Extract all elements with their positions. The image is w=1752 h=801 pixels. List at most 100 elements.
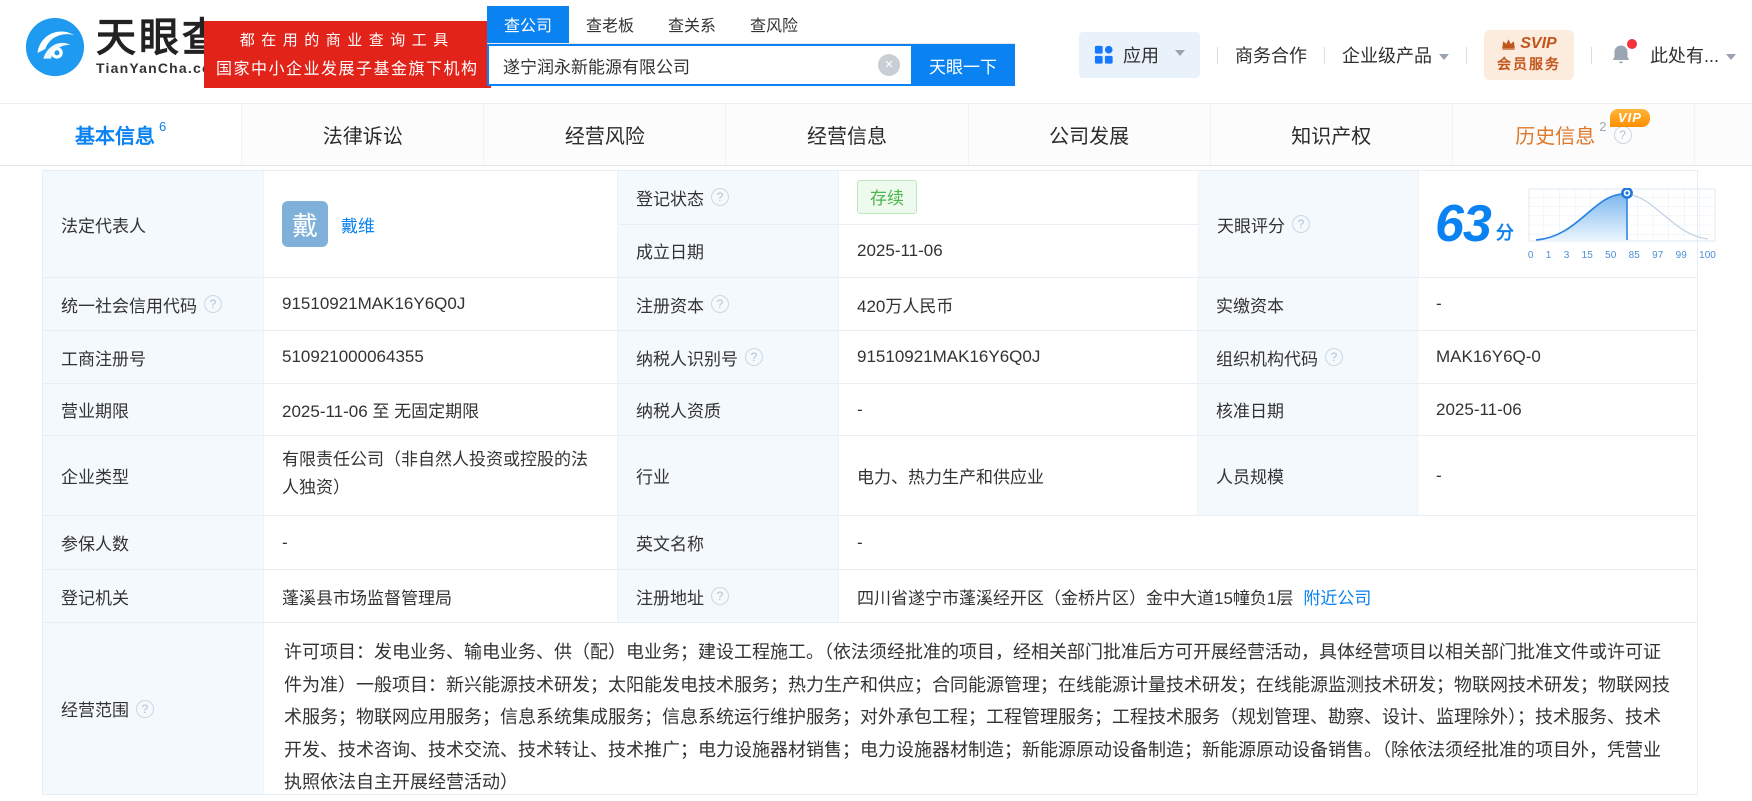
tab-operating-info[interactable]: 经营信息 xyxy=(725,104,967,165)
table-row: 成立日期 2025-11-06 xyxy=(618,224,1199,277)
label-text: 法定代表人 xyxy=(61,216,146,236)
search-input[interactable] xyxy=(489,46,911,84)
field-label-company-type: 企业类型 xyxy=(43,436,264,515)
help-icon[interactable]: ? xyxy=(204,295,222,313)
tab-label: 历史信息 xyxy=(1515,126,1596,148)
value-text: 2025-11-06 xyxy=(1436,399,1522,419)
tab-legal-proceedings[interactable]: 法律诉讼 xyxy=(241,104,483,165)
field-label-term: 营业期限 xyxy=(43,384,264,435)
field-label-reg-capital: 注册资本 ? xyxy=(618,278,839,330)
label-text: 登记状态 xyxy=(636,189,704,209)
label-text: 统一社会信用代码 xyxy=(61,296,197,316)
nearby-companies-link[interactable]: 附近公司 xyxy=(1303,584,1371,609)
tab-history-info[interactable]: VIP 历史信息 2 ? xyxy=(1451,104,1694,165)
nav-enterprise-products[interactable]: 企业级产品 xyxy=(1342,42,1449,68)
table-row: 登记状态 ? 存续 xyxy=(618,171,1199,225)
nav-divider xyxy=(1323,46,1325,64)
tab-intellectual-property[interactable]: 知识产权 xyxy=(1209,104,1452,165)
value-text: 91510921MAK16Y6Q0J xyxy=(282,294,466,313)
chevron-down-icon xyxy=(1726,54,1736,65)
tab-company-development[interactable]: 公司发展 xyxy=(967,104,1210,165)
field-value-paid-capital: - xyxy=(1418,278,1697,330)
field-label-taxpayer-id: 纳税人识别号 ? xyxy=(618,331,839,383)
apps-menu[interactable]: 应用 xyxy=(1078,32,1200,78)
help-icon[interactable]: ? xyxy=(1613,125,1632,144)
avatar[interactable]: 戴 xyxy=(282,201,328,247)
axis-tick: 50 xyxy=(1605,249,1617,261)
help-icon[interactable]: ? xyxy=(711,587,729,605)
help-icon[interactable]: ? xyxy=(136,699,154,718)
value-text: - xyxy=(1436,294,1442,313)
tianyancha-logo-icon xyxy=(25,17,85,77)
label-text: 天眼评分 xyxy=(1217,216,1285,236)
search-tab-boss[interactable]: 查老板 xyxy=(569,6,651,43)
help-icon[interactable]: ? xyxy=(711,188,729,207)
axis-tick: 100 xyxy=(1699,249,1716,261)
notification-dot xyxy=(1626,39,1637,49)
search-input-wrap: × xyxy=(487,44,911,86)
svip-membership-badge[interactable]: SVIP 会员服务 xyxy=(1483,30,1574,80)
value-text: 四川省遂宁市蓬溪经开区（金桥片区）金中大道15幢负1层 xyxy=(857,588,1294,608)
slogan-banner: 都在用的商业查询工具 国家中小企业发展子基金旗下机构 xyxy=(204,21,491,88)
field-label-approval-date: 核准日期 xyxy=(1198,384,1418,435)
legal-rep-link[interactable]: 戴维 xyxy=(341,212,375,237)
nav-business-cooperation[interactable]: 商务合作 xyxy=(1235,42,1307,68)
tab-basic-info[interactable]: 基本信息 6 xyxy=(0,104,242,165)
tab-operating-risk[interactable]: 经营风险 xyxy=(483,104,725,165)
svip-sublabel: 会员服务 xyxy=(1496,56,1561,72)
field-value-english-name: - xyxy=(839,516,1697,569)
axis-tick: 3 xyxy=(1563,249,1570,261)
help-icon[interactable]: ? xyxy=(1325,348,1343,366)
label-text: 登记机关 xyxy=(61,588,129,608)
logo[interactable]: 天眼查 TianYanCha.com xyxy=(24,16,225,78)
field-label-industry: 行业 xyxy=(618,436,839,515)
axis-tick: 1 xyxy=(1545,249,1552,261)
field-label-english-name: 英文名称 xyxy=(618,516,839,569)
score-unit: 分 xyxy=(1495,223,1514,243)
label-text: 企业类型 xyxy=(61,468,129,487)
tab-count: 2 xyxy=(1599,119,1607,134)
clear-icon[interactable]: × xyxy=(878,54,900,76)
user-menu[interactable]: 此处有... xyxy=(1650,42,1736,68)
header-nav: 应用 商务合作 企业级产品 SVIP 会员服务 此处有... xyxy=(1078,30,1736,80)
field-value-company-type: 有限责任公司（非自然人投资或控股的法人独资） xyxy=(264,436,618,515)
value-text: MAK16Y6Q-0 xyxy=(1436,347,1541,366)
user-label: 此处有... xyxy=(1649,46,1719,66)
field-value-org-code: MAK16Y6Q-0 xyxy=(1418,331,1697,383)
field-value-est-date: 2025-11-06 xyxy=(839,224,1199,277)
value-text: 许可项目：发电业务、输电业务、供（配）电业务；建设工程施工。（依法须经批准的项目… xyxy=(284,642,1670,792)
search-tab-company[interactable]: 查公司 xyxy=(487,6,570,43)
field-value-industry: 电力、热力生产和供应业 xyxy=(839,436,1198,515)
label-text: 组织机构代码 xyxy=(1216,349,1318,369)
value-text: - xyxy=(282,532,288,552)
field-value-staff-size: - xyxy=(1418,436,1697,515)
tab-label: 知识产权 xyxy=(1291,126,1372,148)
section-tabbar: 基本信息 6 法律诉讼 经营风险 经营信息 公司发展 知识产权 VIP 历史信息 2… xyxy=(0,103,1752,166)
search-button[interactable]: 天眼一下 xyxy=(911,44,1015,86)
table-row: 工商注册号 510921000064355 纳税人识别号 ? 91510921M… xyxy=(43,331,1697,384)
field-label-reg-status: 登记状态 ? xyxy=(618,171,839,224)
label-text: 经营范围 xyxy=(61,701,129,720)
table-row: 法定代表人 戴 戴维 登记状态 ? 存续 成立日期 2025-11-06 天眼评… xyxy=(43,171,1716,278)
svip-label: SVIP xyxy=(1520,35,1557,52)
field-label-reg-authority: 登记机关 xyxy=(43,570,264,622)
label-text: 核准日期 xyxy=(1216,402,1284,421)
help-icon[interactable]: ? xyxy=(745,348,763,366)
field-label-taxpayer-quality: 纳税人资质 xyxy=(618,384,839,435)
label-text: 工商注册号 xyxy=(61,349,146,369)
field-value-reg-no: 510921000064355 xyxy=(264,331,618,383)
field-value-insured: - xyxy=(264,516,618,569)
help-icon[interactable]: ? xyxy=(711,295,729,313)
search-tab-relation[interactable]: 查关系 xyxy=(651,6,733,43)
table-row: 企业类型 有限责任公司（非自然人投资或控股的法人独资） 行业 电力、热力生产和供… xyxy=(43,436,1697,516)
slogan-line1: 都在用的商业查询工具 xyxy=(239,32,455,49)
search-tab-risk[interactable]: 查风险 xyxy=(733,6,815,43)
field-value-approval-date: 2025-11-06 xyxy=(1418,384,1697,435)
field-value-term: 2025-11-06 至 无固定期限 xyxy=(264,384,618,435)
notification-bell-icon[interactable] xyxy=(1609,39,1637,67)
tab-label: 公司发展 xyxy=(1049,126,1130,148)
help-icon[interactable]: ? xyxy=(1292,215,1310,233)
value-text: 电力、热力生产和供应业 xyxy=(857,468,1044,487)
crown-icon xyxy=(1502,39,1515,50)
apps-label: 应用 xyxy=(1122,46,1159,66)
